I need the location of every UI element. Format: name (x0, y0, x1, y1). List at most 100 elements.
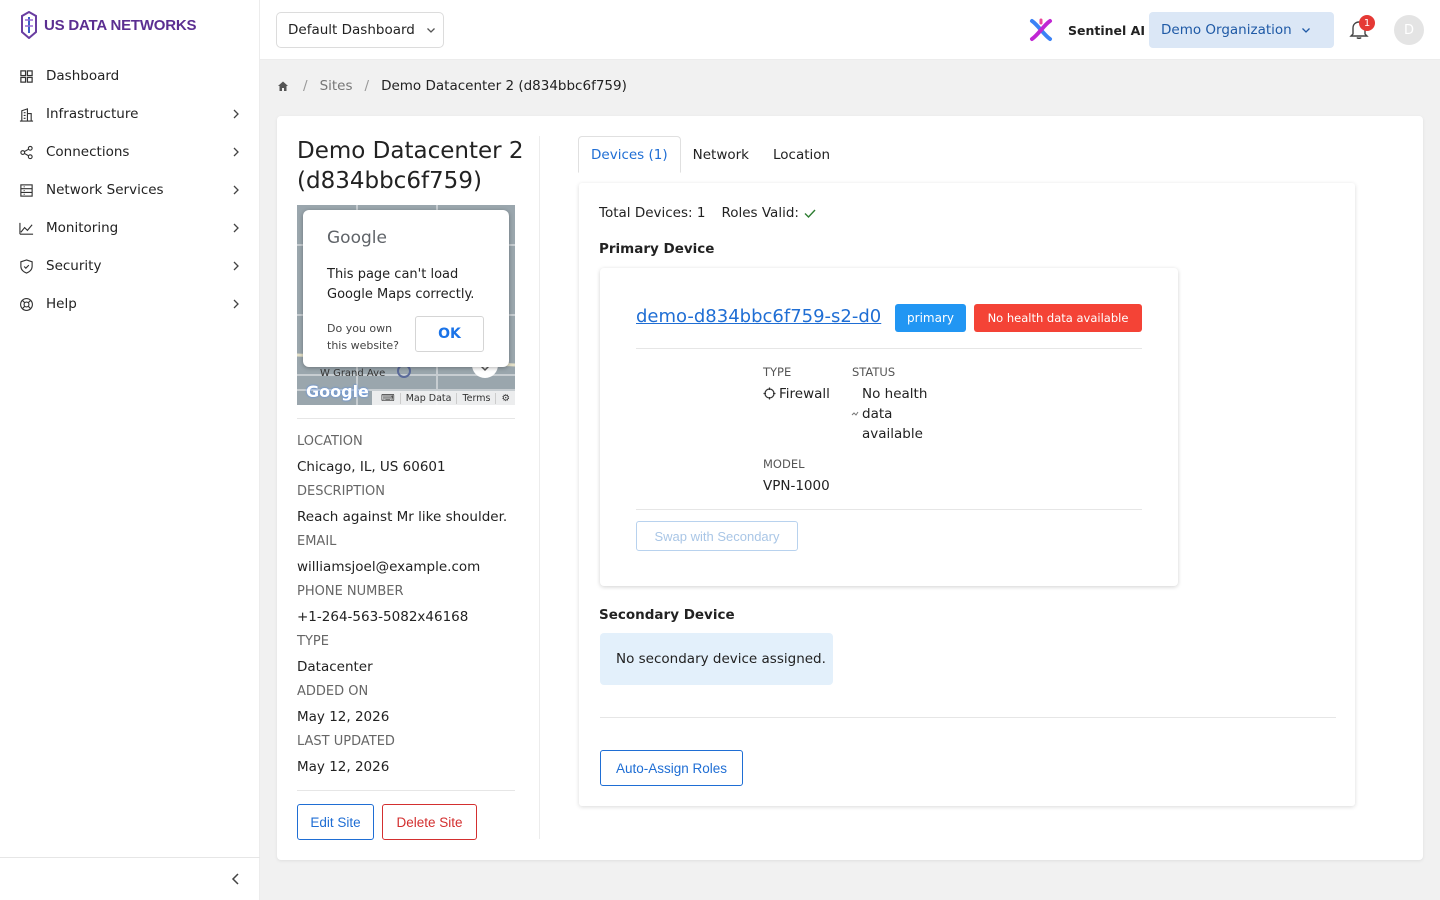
added-on-label: ADDED ON (297, 684, 369, 699)
map-data-link[interactable]: Map Data (399, 392, 457, 404)
sidebar-item-security[interactable]: Security (0, 247, 260, 285)
chevron-right-icon (233, 299, 239, 309)
divider (636, 348, 1142, 349)
sidebar-item-label: Connections (46, 144, 130, 160)
map-terms-link[interactable]: Terms (456, 392, 495, 404)
sidebar-footer (0, 857, 260, 900)
device-type-value: Firewall (763, 384, 830, 404)
map-error-dialog: Google This page can't load Google Maps … (303, 210, 509, 367)
device-status-label: STATUS (852, 365, 896, 379)
device-status-line: data (862, 406, 893, 422)
server-icon (18, 182, 34, 198)
tab-location[interactable]: Location (761, 136, 842, 173)
pulse-icon (851, 411, 859, 416)
device-status-value: No health data available (862, 384, 927, 444)
collapse-sidebar-button[interactable] (226, 869, 246, 889)
organization-select[interactable]: Demo Organization (1149, 12, 1334, 48)
divider (297, 418, 515, 419)
auto-assign-roles-button[interactable]: Auto-Assign Roles (600, 750, 743, 786)
device-model-label: MODEL (763, 457, 805, 471)
map-settings-icon[interactable]: ⚙ (495, 392, 515, 404)
lifebuoy-icon (18, 296, 34, 312)
sidebar-item-monitoring[interactable]: Monitoring (0, 209, 260, 247)
sidebar-item-label: Help (46, 296, 77, 312)
delete-site-button[interactable]: Delete Site (382, 804, 477, 840)
sentinel-ai-icon (1030, 18, 1052, 41)
devices-panel: Total Devices: 1 Roles Valid: Primary De… (579, 183, 1355, 806)
brand-logo[interactable]: US DATA NETWORKS (20, 10, 197, 40)
notification-count-badge: 1 (1359, 15, 1375, 31)
brand-name: US DATA NETWORKS (44, 16, 197, 34)
primary-device-heading: Primary Device (599, 241, 715, 257)
keyboard-icon[interactable]: ⌨ (376, 393, 400, 404)
share-icon (18, 144, 34, 160)
chevron-down-icon (1301, 28, 1310, 33)
map-error-message: This page can't load Google Maps correct… (327, 267, 475, 302)
sidebar-nav: Dashboard Infrastructure Connections Net… (0, 57, 260, 323)
chevron-right-icon (233, 147, 239, 157)
location-label: LOCATION (297, 434, 363, 449)
description-value: Reach against Mr like shoulder. (297, 509, 508, 525)
last-updated-value: May 12, 2026 (297, 759, 390, 775)
phone-value: +1-264-563-5082x46168 (297, 609, 469, 625)
divider (600, 717, 1336, 718)
chevron-left-icon (231, 873, 239, 885)
building-icon (18, 106, 34, 122)
tab-network[interactable]: Network (681, 136, 761, 173)
phone-label: PHONE NUMBER (297, 584, 404, 599)
breadcrumb-current: Demo Datacenter 2 (d834bbc6f759) (381, 78, 627, 94)
health-badge: No health data available (974, 304, 1142, 332)
added-on-value: May 12, 2026 (297, 709, 390, 725)
map-attribution-bar: ⌨ Map Data Terms ⚙ (372, 391, 515, 405)
brand-logo-icon (20, 10, 38, 40)
chevron-right-icon (233, 185, 239, 195)
devices-summary: Total Devices: 1 Roles Valid: (599, 205, 817, 221)
sidebar-item-network-services[interactable]: Network Services (0, 171, 260, 209)
firewall-icon (763, 387, 776, 400)
breadcrumb: / Sites / Demo Datacenter 2 (d834bbc6f75… (277, 76, 627, 96)
page-title: Demo Datacenter 2 (d834bbc6f759) (297, 138, 524, 194)
email-value: williamsjoel@example.com (297, 559, 481, 575)
map-google-logo: Google (306, 382, 369, 401)
sidebar-item-infrastructure[interactable]: Infrastructure (0, 95, 260, 133)
divider (297, 790, 515, 791)
site-tabs: Devices (1) Network Location (578, 136, 842, 173)
device-status-line: No health (862, 386, 928, 402)
sentinel-ai-button[interactable]: Sentinel AI (1028, 16, 1145, 44)
device-model-value: VPN-1000 (763, 478, 830, 494)
device-type-text: Firewall (779, 386, 830, 402)
dashboard-select[interactable]: Default Dashboard (276, 12, 444, 48)
avatar[interactable]: D (1394, 15, 1424, 45)
sidebar-item-label: Monitoring (46, 220, 119, 236)
home-icon[interactable] (277, 79, 291, 93)
breadcrumb-separator: / (364, 78, 370, 94)
device-type-label: TYPE (763, 365, 792, 379)
edit-site-button[interactable]: Edit Site (297, 804, 374, 840)
breadcrumb-sites[interactable]: Sites (320, 78, 353, 94)
sidebar-item-label: Dashboard (46, 68, 120, 84)
primary-device-link[interactable]: demo-d834bbc6f759-s2-d0 (636, 306, 881, 327)
tab-devices[interactable]: Devices (1) (578, 136, 681, 173)
divider (636, 509, 1142, 510)
roles-valid: Roles Valid: (721, 205, 817, 221)
sidebar-item-label: Network Services (46, 182, 164, 198)
map-street-label: W Grand Ave (320, 368, 386, 379)
grid-icon (18, 68, 34, 84)
role-badge: primary (895, 304, 966, 332)
no-secondary-alert: No secondary device assigned. (600, 633, 833, 685)
swap-with-secondary-button[interactable]: Swap with Secondary (636, 521, 798, 551)
sidebar-item-help[interactable]: Help (0, 285, 260, 323)
chart-line-icon (18, 220, 34, 236)
chevron-right-icon (233, 109, 239, 119)
site-map[interactable]: Google This page can't load Google Maps … (297, 205, 515, 405)
site-detail-card: Demo Datacenter 2 (d834bbc6f759) Google … (277, 116, 1423, 860)
map-own-question: Do you own this website? (327, 322, 400, 352)
sidebar-item-connections[interactable]: Connections (0, 133, 260, 171)
organization-select-value: Demo Organization (1161, 22, 1292, 38)
chevron-right-icon (233, 261, 239, 271)
sidebar-item-dashboard[interactable]: Dashboard (0, 57, 260, 95)
map-ok-button[interactable]: OK (415, 316, 484, 352)
chevron-right-icon (233, 223, 239, 233)
device-status-line: available (862, 426, 923, 442)
sentinel-ai-label: Sentinel AI (1068, 22, 1145, 38)
